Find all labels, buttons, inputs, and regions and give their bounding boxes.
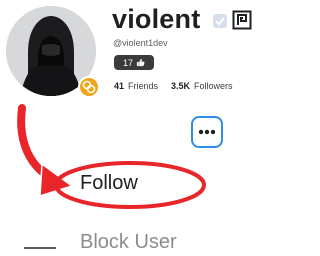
username: @violent1dev — [113, 38, 168, 48]
friends-count: 41 — [114, 81, 125, 91]
premium-badge-icon — [78, 76, 100, 98]
thumbs-up-icon — [136, 58, 145, 67]
level-value: 17 — [122, 57, 133, 68]
follow-menu-item[interactable]: Follow — [80, 172, 138, 195]
verified-icon — [213, 14, 227, 28]
level-pill: 17 — [114, 55, 154, 70]
more-button[interactable] — [191, 116, 223, 148]
followers-label[interactable]: Followers — [194, 81, 233, 91]
block-user-menu-item[interactable]: Block User — [80, 231, 177, 254]
display-name: violent — [112, 4, 201, 34]
block-user-icon — [24, 247, 56, 249]
premium-icon — [232, 10, 252, 30]
followers-count: 3.5K — [171, 81, 191, 91]
more-dots-icon — [198, 129, 216, 135]
friends-label[interactable]: Friends — [128, 81, 158, 91]
annotation-arrow — [15, 102, 73, 197]
profile-stats: 41 Friends 3.5K Followers — [114, 81, 242, 91]
